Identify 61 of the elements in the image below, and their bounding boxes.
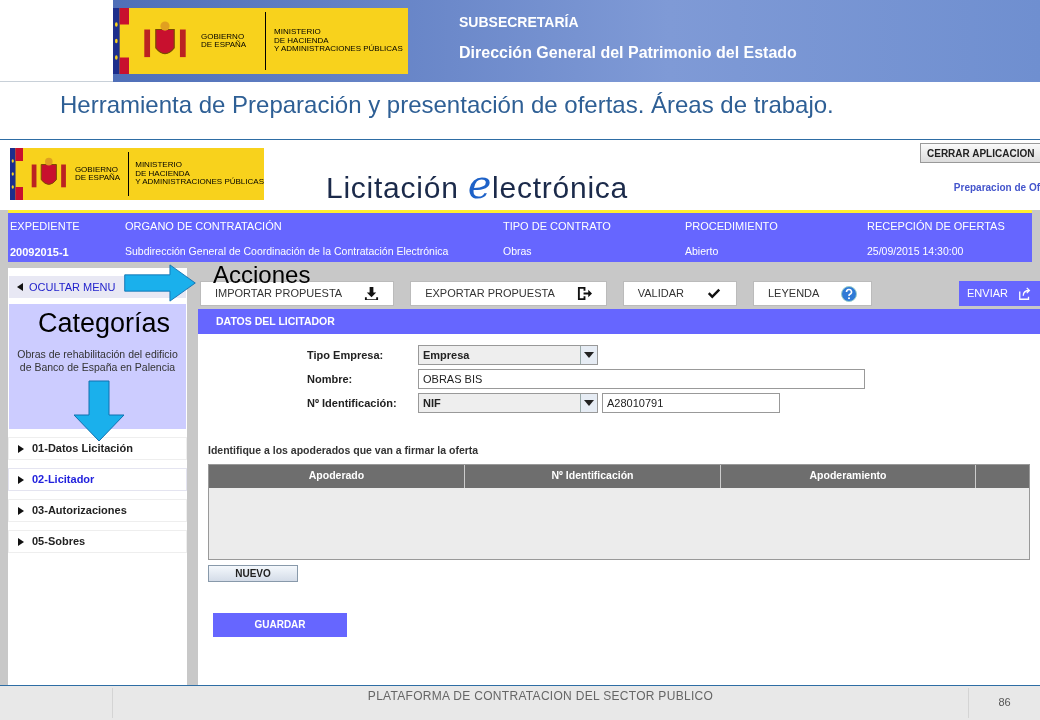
right-triangle-icon — [18, 537, 24, 546]
new-button[interactable]: NUEVO — [208, 564, 298, 582]
government-name: GOBIERNO DE ESPAÑA — [74, 165, 122, 183]
summary-label: ORGANO DE CONTRATACIÓN — [125, 219, 283, 234]
summary-value: Obras — [503, 243, 533, 259]
summary-value: Subdirección General de Coordinación de la Contratación Electrónica — [125, 243, 450, 259]
close-app-button[interactable]: CERRAR APLICACION — [920, 143, 1040, 163]
category-item[interactable]: 03-Autorizaciones — [9, 500, 186, 521]
summary-label: PROCEDIMIENTO — [685, 219, 779, 234]
right-triangle-icon — [18, 475, 24, 484]
summary-value: 25/09/2015 14:30:00 — [867, 243, 965, 259]
toolbar-button[interactable]: LEYENDA — [753, 281, 873, 306]
page-number: 86 — [968, 688, 1040, 718]
save-button[interactable]: GUARDAR — [213, 612, 347, 637]
government-name: GOBIERNO DE ESPAÑA — [201, 32, 248, 50]
text-field[interactable]: OBRAS BIS — [418, 369, 865, 389]
ministry-name: MINISTERIO DE HACIENDA Y ADMINISTRACIONES PÚBLICAS — [274, 28, 403, 54]
field-label: Nº Identificación: — [307, 395, 398, 411]
dropdown-arrow-button[interactable] — [580, 394, 597, 412]
download-icon — [364, 286, 380, 301]
text-field[interactable]: A28010791 — [602, 393, 780, 413]
field-label: Tipo Empresa: — [307, 347, 385, 363]
summary-value: Abierto — [685, 243, 720, 259]
summary-label: TIPO DE CONTRATO — [503, 219, 612, 234]
caret-icon — [584, 352, 594, 358]
categories-label: Categorías — [38, 307, 171, 339]
select-field[interactable]: NIF — [418, 393, 598, 413]
table-caption: Identifique a los apoderados que van a firmar la oferta — [208, 443, 480, 458]
summary-label: RECEPCIÓN DE OFERTAS — [867, 219, 1006, 234]
help-icon — [841, 285, 858, 302]
check-icon — [706, 286, 722, 301]
category-item[interactable]: 01-Datos Licitación — [9, 438, 186, 459]
toolbar-button[interactable]: EXPORTAR PROPUESTA — [410, 281, 607, 306]
right-triangle-icon — [18, 444, 24, 453]
app-title: Licitación electrónica — [326, 160, 628, 209]
tender-description: Obras de rehabilitación del edificio de Banco de España en Palencia — [16, 348, 179, 374]
dropdown-arrow-button[interactable] — [580, 346, 597, 364]
left-triangle-icon — [17, 283, 23, 291]
column-header: Apoderamiento — [721, 464, 976, 488]
send-button[interactable]: ENVIAR — [959, 281, 1040, 306]
down-arrow-icon — [73, 380, 125, 442]
exit-icon — [576, 286, 592, 301]
select-field[interactable]: Empresa — [418, 345, 598, 365]
caret-icon — [584, 400, 594, 406]
column-header: Nº Identificación — [465, 464, 721, 488]
category-item[interactable]: 05-Sobres — [9, 531, 186, 552]
footer-text: PLATAFORMA DE CONTRATACION DEL SECTOR PUBLICO — [366, 688, 715, 705]
summary-value: 20092015-1 — [10, 244, 70, 260]
ministry-name: MINISTERIO DE HACIENDA Y ADMINISTRACIONES PÚBLICAS — [135, 161, 264, 187]
share-icon — [1018, 286, 1032, 301]
department-label: SUBSECRETARÍA — [459, 13, 580, 32]
directorate-label: Dirección General del Patrimonio del Estado — [459, 43, 797, 63]
category-item[interactable]: 02-Licitador — [9, 469, 186, 490]
field-label: Nombre: — [307, 371, 354, 387]
column-header: Apoderado — [209, 464, 465, 488]
toolbar-button[interactable]: VALIDAR — [622, 281, 737, 306]
summary-label: EXPEDIENTE — [10, 219, 81, 234]
breadcrumb-link[interactable]: Preparacion de Of — [953, 180, 1040, 195]
right-triangle-icon — [18, 506, 24, 515]
section-title: DATOS DEL LICITADOR — [216, 313, 335, 329]
slide-title: Herramienta de Preparación y presentación de ofertas. Áreas de trabajo. — [60, 90, 834, 120]
